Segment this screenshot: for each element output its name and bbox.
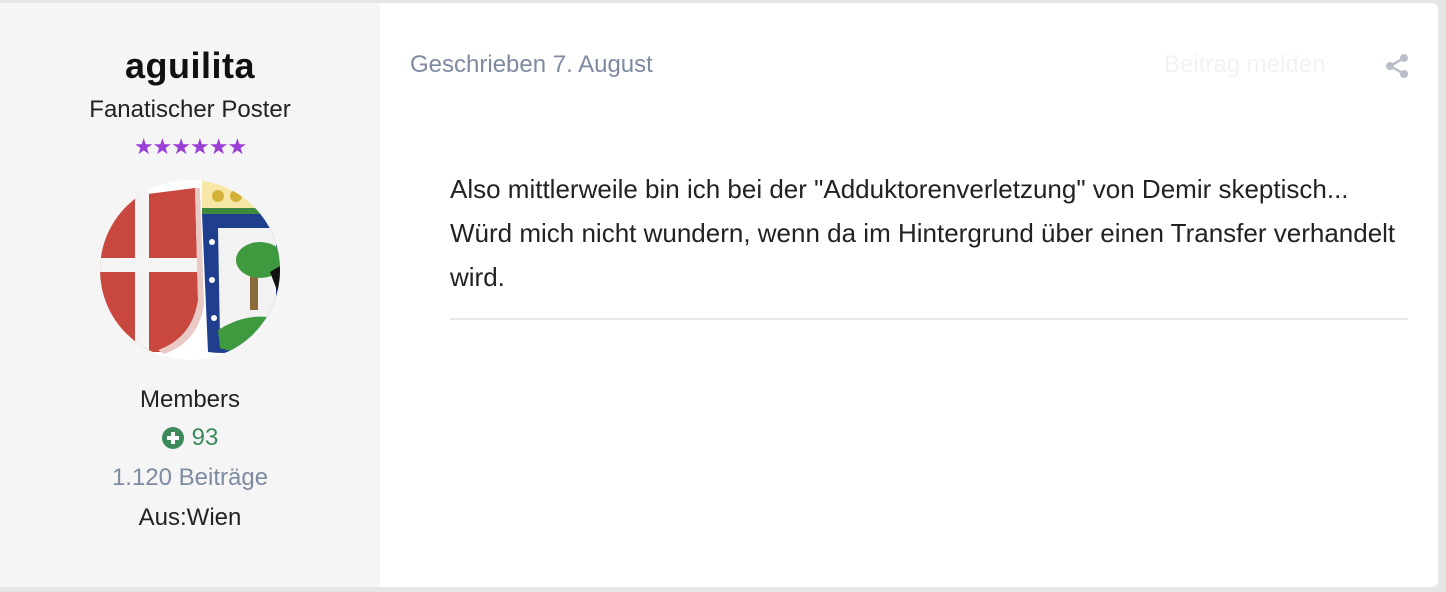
- share-icon[interactable]: [1384, 53, 1410, 79]
- author-username[interactable]: aguilita: [125, 45, 255, 87]
- post-body: Also mittlerweile bin ich bei der "Adduk…: [450, 174, 1396, 292]
- plus-circle-icon: [161, 427, 184, 449]
- author-group: Members: [139, 386, 241, 413]
- author-location: Aus:Wien: [138, 504, 242, 531]
- post-content: Geschrieben 7. August Beitrag melden Als…: [380, 3, 1438, 587]
- avatar[interactable]: [100, 180, 280, 360]
- reputation-badge: 93: [161, 424, 219, 452]
- post-divider: [450, 318, 1408, 320]
- post-date[interactable]: Geschrieben 7. August: [410, 51, 653, 79]
- club-crest-icon: [100, 180, 280, 360]
- rank-stars-icon: ★★★★★★: [133, 134, 247, 159]
- reputation-value: 93: [191, 424, 219, 451]
- author-post-count: 1.120 Beiträge: [111, 464, 269, 491]
- author-rank-title: Fanatischer Poster: [89, 96, 291, 123]
- report-post-link[interactable]: Beitrag melden: [1164, 51, 1325, 79]
- forum-post: aguilita Fanatischer Poster ★★★★★★ Membe…: [0, 3, 1438, 587]
- author-panel: aguilita Fanatischer Poster ★★★★★★ Membe…: [0, 3, 380, 587]
